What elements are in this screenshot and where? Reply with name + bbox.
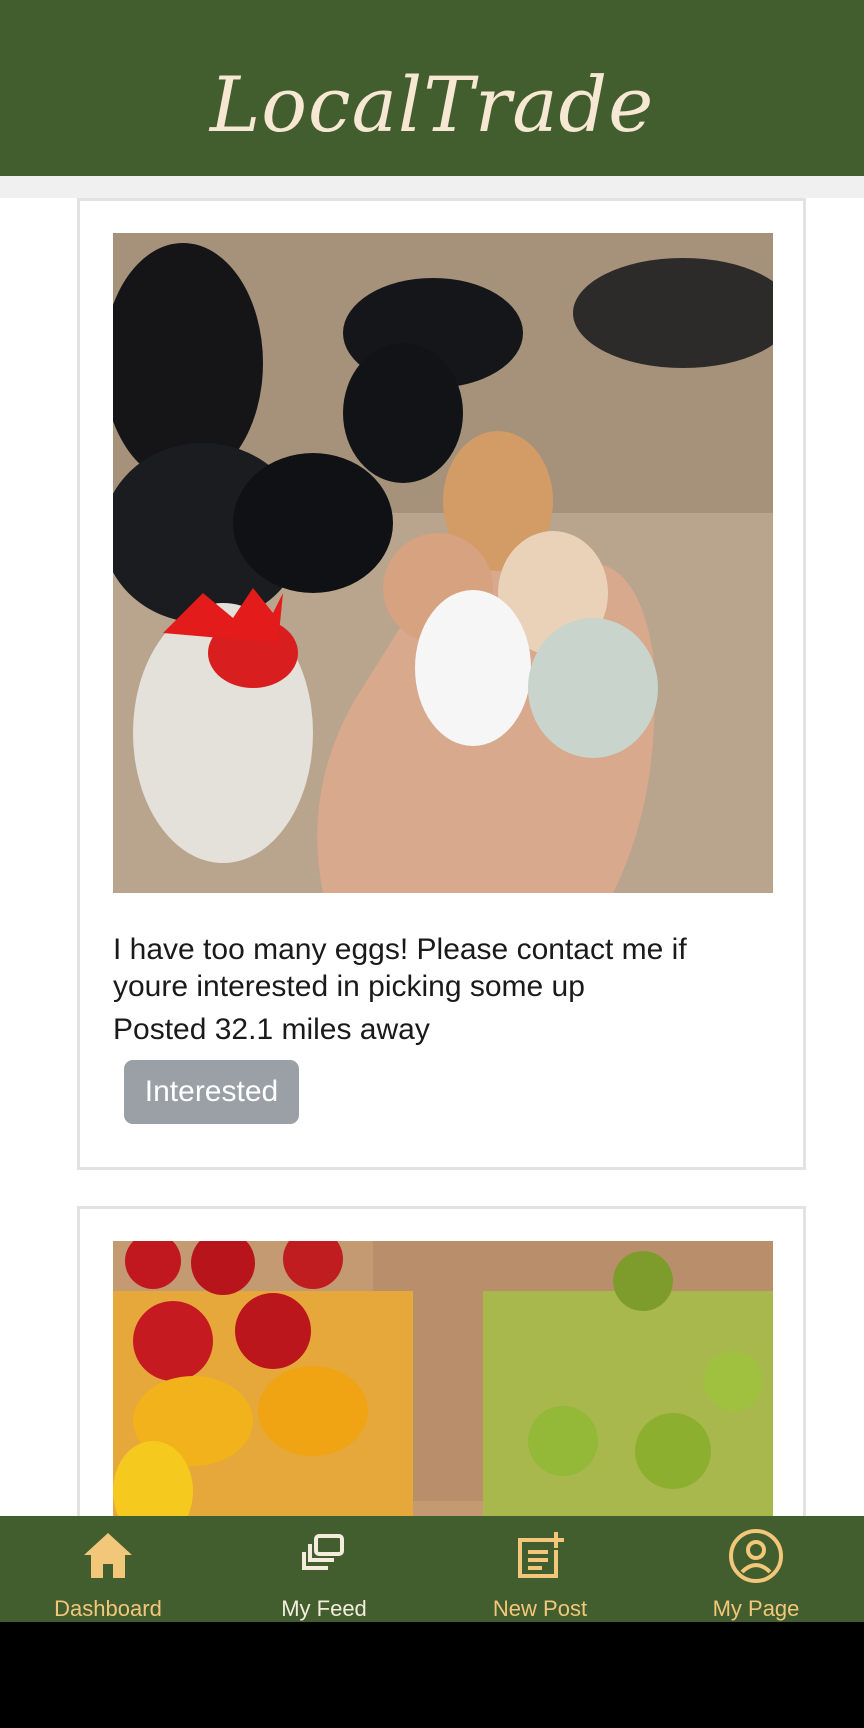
post-image-tomatoes <box>113 1241 773 1516</box>
bottom-navigation: Dashboard My Feed New Post My Page <box>0 1516 864 1622</box>
interested-button[interactable]: Interested <box>124 1060 299 1124</box>
nav-my-page[interactable]: My Page <box>648 1516 864 1622</box>
home-icon <box>84 1533 132 1578</box>
post-description: I have too many eggs! Please contact me … <box>113 933 687 1003</box>
nav-label-dashboard: Dashboard <box>54 1596 162 1621</box>
feed-list[interactable]: I have too many eggs! Please contact me … <box>0 198 864 1516</box>
account-icon <box>729 1529 783 1583</box>
app-header: LocalTrade <box>0 0 864 176</box>
app-logo: LocalTrade <box>209 60 655 149</box>
post-card <box>77 1206 806 1516</box>
nav-label-my-feed: My Feed <box>281 1596 367 1621</box>
new-post-icon <box>518 1532 564 1578</box>
system-navigation-bar <box>0 1622 864 1728</box>
nav-my-feed[interactable]: My Feed <box>216 1516 432 1622</box>
nav-label-new-post: New Post <box>492 1596 588 1621</box>
nav-new-post[interactable]: New Post <box>432 1516 648 1622</box>
nav-dashboard[interactable]: Dashboard <box>0 1516 216 1622</box>
post-image-eggs <box>113 233 773 893</box>
nav-label-my-page: My Page <box>712 1596 800 1621</box>
feed-icon <box>302 1534 344 1570</box>
post-distance: Posted 32.1 miles away <box>113 1013 430 1046</box>
post-card: I have too many eggs! Please contact me … <box>77 198 806 1170</box>
